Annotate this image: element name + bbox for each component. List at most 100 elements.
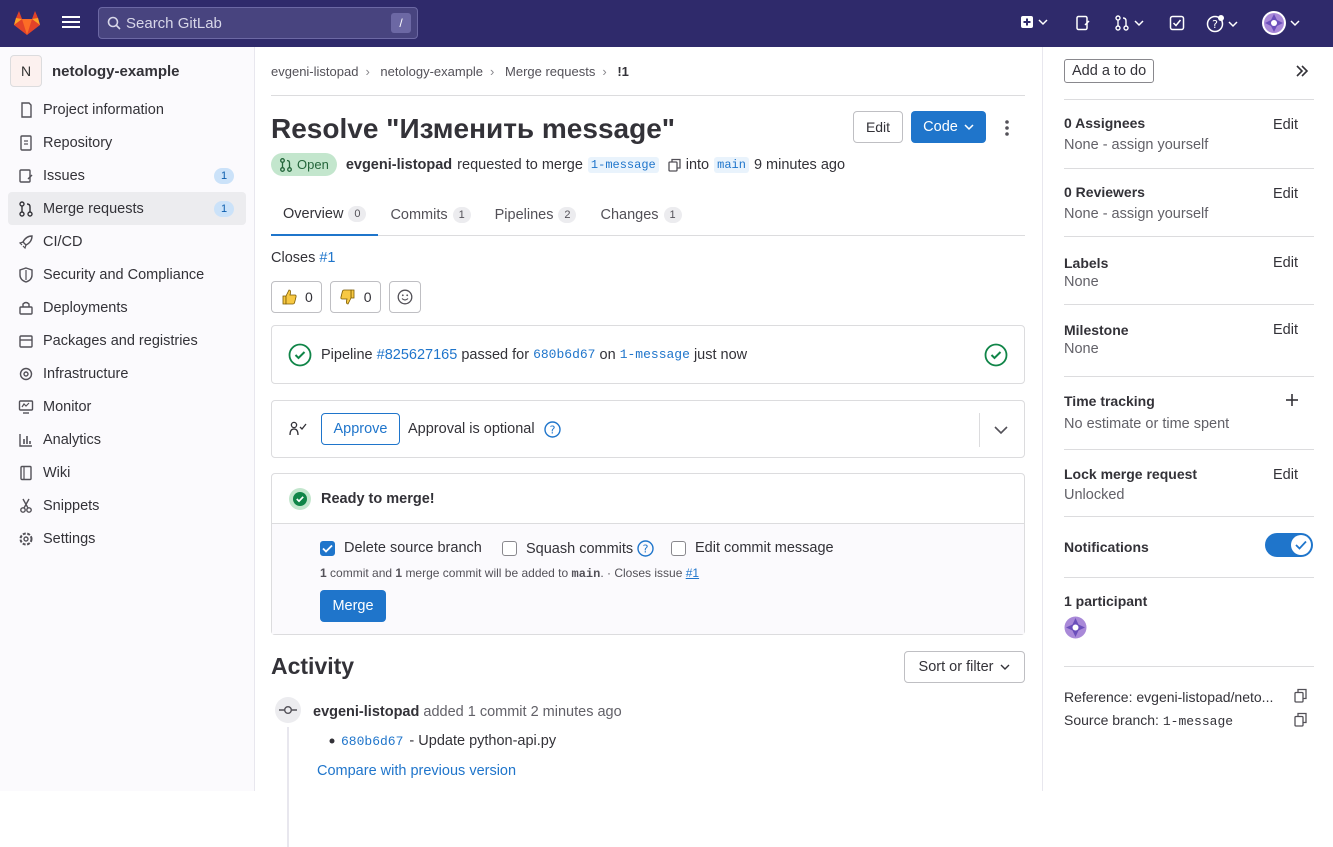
add-todo-button[interactable]: Add a to do [1064,59,1155,83]
created-time: 9 minutes ago [753,156,846,173]
merge-requests-top-icon[interactable] [1114,15,1144,31]
pipeline-branch-link[interactable]: 1-message [620,347,690,362]
merge-button[interactable]: Merge [320,590,386,622]
monitor-icon [18,399,34,415]
code-button[interactable]: Code [911,111,986,143]
notifications-toggle[interactable] [1265,533,1313,557]
closes-issue-link[interactable]: #1 [319,250,335,266]
help-icon[interactable]: ? [1206,15,1238,33]
note-text-a: commit and [330,566,393,580]
compare-version-link[interactable]: Compare with previous version [317,763,516,779]
activity-commit-sha[interactable]: 680b6d67 [341,734,403,749]
squash-checkbox[interactable]: Squash commits? [502,540,654,557]
issues-top-icon[interactable] [1075,15,1091,31]
sidebar-item-security[interactable]: Security and Compliance [8,258,246,291]
tab-count: 2 [558,206,577,223]
sidebar-item-ci-cd[interactable]: CI/CD [8,225,246,258]
approve-button[interactable]: Approve [321,413,400,445]
activity-commit-message: - Update python-api.py [409,733,557,749]
merge-request-icon [279,157,293,172]
sidebar-item-project-information[interactable]: Project information [8,93,246,126]
sidebar-item-packages[interactable]: Packages and registries [8,324,246,357]
sidebar-item-repository[interactable]: Repository [8,126,246,159]
add-time-icon[interactable] [1286,394,1298,406]
help-icon[interactable]: ? [637,540,654,557]
author-link[interactable]: evgeni-listopad [346,157,452,173]
tab-overview[interactable]: Overview 0 [271,193,379,236]
thumbsup-button[interactable]: 0 [271,281,322,313]
checkbox-checked-icon [320,540,335,556]
pipeline-time: just now [693,346,748,363]
source-branch[interactable]: 1-message [587,156,659,173]
thumbsup-icon [280,288,298,306]
add-reaction-button[interactable] [388,281,421,313]
gitlab-logo-icon[interactable] [13,10,41,36]
merge-header: Ready to merge! [272,474,1024,524]
reviewers-edit-link[interactable]: Edit [1273,186,1298,202]
info-icon [18,101,34,118]
chevron-down-icon [964,123,974,131]
collapse-sidebar-icon[interactable] [1295,64,1309,78]
chevron-down-icon[interactable] [994,425,1008,435]
user-avatar[interactable] [1262,11,1300,35]
sidebar-item-settings[interactable]: Settings [8,522,246,555]
breadcrumb-mr-id[interactable]: !1 [617,64,629,79]
todo-check-icon[interactable] [1169,15,1185,31]
breadcrumb-merge-requests[interactable]: Merge requests [505,64,595,79]
participant-avatar[interactable] [1064,616,1087,639]
commit-sha-link[interactable]: 680b6d67 [533,347,595,362]
cloud-gear-icon [18,366,34,382]
labels-edit-link[interactable]: Edit [1273,255,1298,271]
edit-commit-message-label: Edit commit message [695,540,834,556]
sidebar-item-monitor[interactable]: Monitor [8,390,246,423]
target-branch[interactable]: main [714,156,749,173]
sidebar-item-issues[interactable]: Issues 1 [8,159,246,192]
thumbsdown-icon [339,288,357,306]
approval-divider [979,413,980,447]
thumbsdown-count: 0 [363,289,372,305]
check-icon [1291,535,1311,555]
edit-button[interactable]: Edit [853,111,903,143]
sidebar-item-infrastructure[interactable]: Infrastructure [8,357,246,390]
lock-edit-link[interactable]: Edit [1273,467,1298,483]
search-input[interactable]: Search GitLab / [98,7,418,39]
sidebar-item-merge-requests[interactable]: Merge requests 1 [8,192,246,225]
pipeline-link[interactable]: #825627165 [377,347,458,363]
project-header[interactable]: N netology-example [10,55,180,87]
labels-value: None [1064,274,1099,290]
breadcrumb-project[interactable]: netology-example [380,64,483,79]
breadcrumb-user[interactable]: evgeni-listopad [271,64,358,79]
pipeline-stage-passed-icon[interactable] [984,343,1008,367]
milestone-edit-link[interactable]: Edit [1273,322,1298,338]
ready-check-icon [288,487,312,511]
sidebar-item-snippets[interactable]: Snippets [8,489,246,522]
pipeline-passed-icon[interactable] [288,343,312,367]
tab-pipelines[interactable]: Pipelines 2 [483,193,589,236]
shield-icon [18,266,34,283]
delete-branch-checkbox[interactable]: Delete source branch [320,540,482,556]
sort-filter-label: Sort or filter [918,659,994,675]
create-new-icon[interactable] [1020,15,1048,29]
more-actions-icon[interactable] [1004,119,1010,137]
sidebar-item-deployments[interactable]: Deployments [8,291,246,324]
assignees-edit-link[interactable]: Edit [1273,117,1298,133]
milestone-heading: Milestone [1064,322,1129,338]
activity-author-link[interactable]: evgeni-listopad [313,704,419,720]
assignees-value[interactable]: None - assign yourself [1064,137,1208,153]
sidebar-item-label: Project information [43,101,164,118]
copy-branch-icon[interactable] [1294,712,1307,727]
tab-changes[interactable]: Changes 1 [588,193,693,236]
hamburger-menu-icon[interactable] [62,14,80,30]
tab-commits[interactable]: Commits 1 [378,193,482,236]
mr-meta: Open evgeni-listopad requested to merge … [271,153,845,176]
help-icon[interactable]: ? [543,420,561,438]
thumbsdown-button[interactable]: 0 [329,281,381,313]
copy-reference-icon[interactable] [1294,688,1307,703]
reviewers-value[interactable]: None - assign yourself [1064,206,1208,222]
sidebar-item-analytics[interactable]: Analytics [8,423,246,456]
edit-commit-message-checkbox[interactable]: Edit commit message [671,540,834,556]
copy-icon[interactable] [668,158,681,172]
sidebar-item-wiki[interactable]: Wiki [8,456,246,489]
sort-filter-dropdown[interactable]: Sort or filter [904,651,1025,683]
note-issue-link[interactable]: #1 [686,566,699,580]
